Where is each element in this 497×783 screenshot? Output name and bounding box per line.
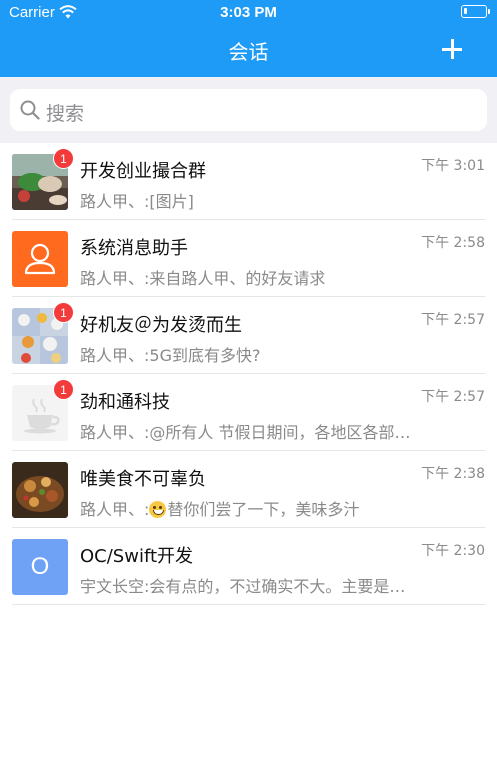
navigation-header: Carrier 3:03 PM 会话 bbox=[0, 0, 497, 77]
battery-icon bbox=[461, 5, 490, 18]
message-sender: 路人甲、: bbox=[80, 500, 150, 519]
conversation-time: 下午 2:30 bbox=[421, 543, 485, 559]
page-title: 会话 bbox=[228, 40, 269, 64]
row-divider bbox=[12, 604, 485, 605]
conversation-preview: 路人甲、:来自路人甲、的好友请求 bbox=[80, 269, 326, 288]
conversation-preview: 路人甲、:5G到底有多快? bbox=[80, 346, 261, 365]
search-input[interactable]: 搜索 bbox=[10, 89, 487, 131]
conversation-time: 下午 2:58 bbox=[421, 235, 485, 251]
conversation-time: 下午 2:57 bbox=[421, 389, 485, 405]
grinning-face-icon bbox=[149, 501, 167, 518]
conversation-name: OC/Swift开发 bbox=[80, 546, 194, 567]
conversation-name: 好机友＠为发烫而生 bbox=[80, 315, 242, 336]
system-avatar bbox=[12, 231, 68, 287]
conversation-name: 开发创业撮合群 bbox=[80, 161, 206, 182]
unread-badge: 1 bbox=[53, 148, 74, 169]
conversation-row[interactable]: 1 好机友＠为发烫而生 路人甲、:5G到底有多快? 下午 2:57 bbox=[0, 297, 497, 374]
conversation-row[interactable]: 系统消息助手 路人甲、:来自路人甲、的好友请求 下午 2:58 bbox=[0, 220, 497, 297]
conversation-row[interactable]: 唯美食不可辜负 路人甲、: 替你们尝了一下，美味多汁 下午 2:38 bbox=[0, 451, 497, 528]
conversation-preview: 路人甲、:[图片] bbox=[80, 192, 194, 211]
conversation-name: 劲和通科技 bbox=[80, 392, 170, 413]
letter-avatar: O bbox=[12, 539, 68, 595]
search-container: 搜索 bbox=[0, 77, 497, 143]
conversation-preview: 路人甲、:@所有人 节假日期间，各地区各部门要加强值班 bbox=[80, 423, 420, 442]
conversation-preview: 宇文长空:会有点的，不过确实不大。主要是速度 bbox=[80, 577, 420, 596]
conversation-list: 1 开发创业撮合群 路人甲、:[图片] 下午 3:01 系统消息助手 路人甲、:… bbox=[0, 143, 497, 605]
search-placeholder: 搜索 bbox=[46, 103, 85, 125]
conversation-time: 下午 2:57 bbox=[421, 312, 485, 328]
conversation-row[interactable]: O OC/Swift开发 宇文长空:会有点的，不过确实不大。主要是速度 下午 2… bbox=[0, 528, 497, 605]
status-time: 3:03 PM bbox=[220, 4, 277, 21]
conversation-time: 下午 2:38 bbox=[421, 466, 485, 482]
conversation-name: 系统消息助手 bbox=[80, 238, 188, 259]
person-icon bbox=[24, 243, 56, 275]
message-text: 替你们尝了一下，美味多汁 bbox=[167, 500, 360, 519]
status-bar: Carrier 3:03 PM bbox=[0, 0, 497, 26]
conversation-row[interactable]: 1 劲和通科技 路人甲、:@所有人 节假日期间，各地区各部门要加强值班 下午 2… bbox=[0, 374, 497, 451]
unread-badge: 1 bbox=[53, 379, 74, 400]
plus-icon[interactable] bbox=[440, 37, 464, 61]
unread-badge: 1 bbox=[53, 302, 74, 323]
group-avatar bbox=[12, 462, 68, 518]
conversation-row[interactable]: 1 开发创业撮合群 路人甲、:[图片] 下午 3:01 bbox=[0, 143, 497, 220]
conversation-time: 下午 3:01 bbox=[421, 158, 485, 174]
conversation-preview: 路人甲、: 替你们尝了一下，美味多汁 bbox=[80, 496, 420, 520]
search-icon bbox=[20, 100, 40, 120]
conversation-name: 唯美食不可辜负 bbox=[80, 469, 206, 490]
